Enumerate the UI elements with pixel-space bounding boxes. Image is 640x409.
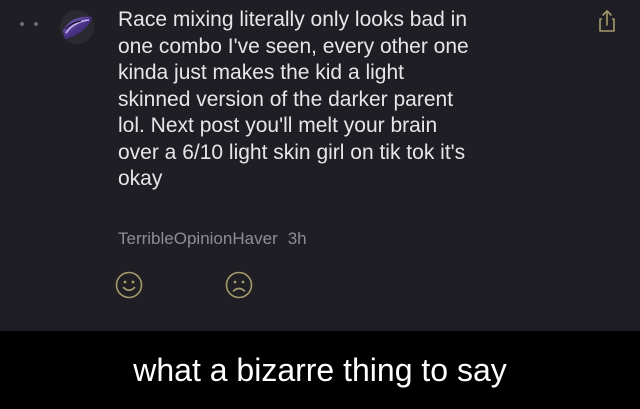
comment-meta: TerribleOpinionHaver 3h bbox=[118, 229, 307, 249]
thread-dot bbox=[20, 22, 24, 26]
thread-dot bbox=[34, 22, 38, 26]
comment-age: 3h bbox=[287, 229, 307, 248]
avatar[interactable] bbox=[59, 9, 95, 45]
comment-panel: Race mixing literally only looks bad in … bbox=[0, 0, 640, 331]
frown-icon[interactable] bbox=[224, 270, 254, 300]
caption-bar: what a bizarre thing to say bbox=[0, 331, 640, 409]
share-icon[interactable] bbox=[597, 9, 617, 33]
author-name[interactable]: TerribleOpinionHaver bbox=[118, 229, 278, 248]
smile-icon[interactable] bbox=[114, 270, 144, 300]
comment-text: Race mixing literally only looks bad in … bbox=[118, 8, 469, 190]
thread-indicator-dots bbox=[20, 22, 38, 26]
caption-text: what a bizarre thing to say bbox=[133, 352, 507, 388]
